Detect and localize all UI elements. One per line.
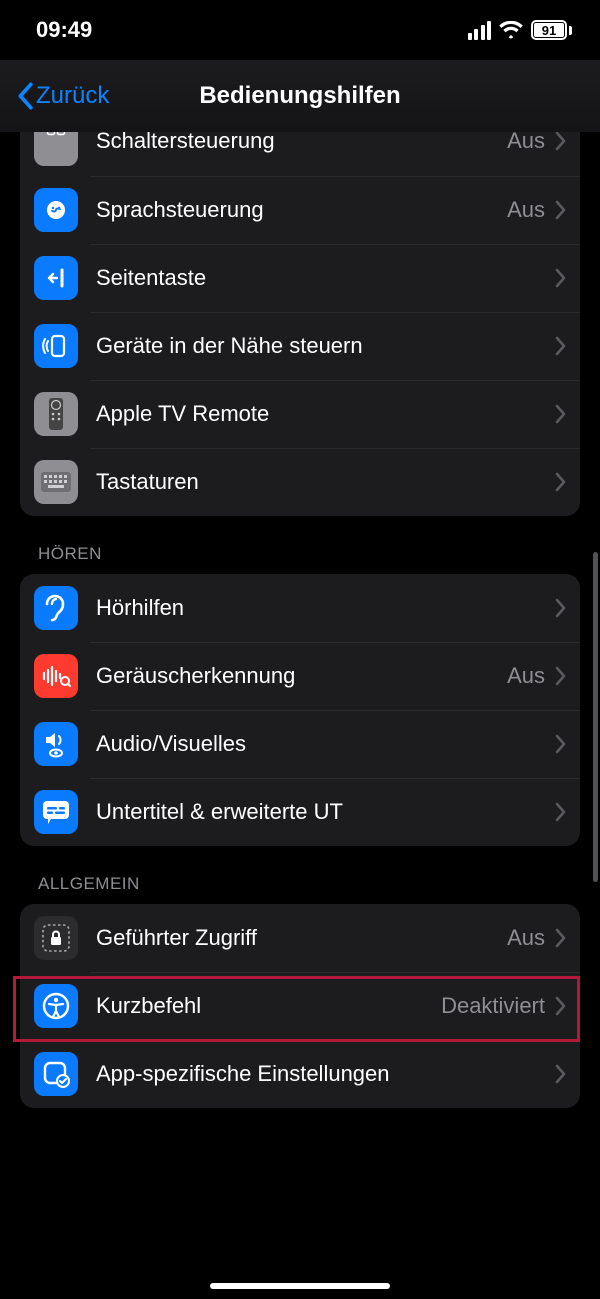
chevron-right-icon — [555, 598, 566, 618]
chevron-right-icon — [555, 268, 566, 288]
back-button[interactable]: Zurück — [16, 82, 109, 110]
chevron-right-icon — [555, 996, 566, 1016]
row-detail: Aus — [507, 925, 545, 951]
chevron-right-icon — [555, 802, 566, 822]
row-tastaturen[interactable]: Tastaturen — [20, 448, 580, 516]
chevron-right-icon — [555, 404, 566, 424]
back-label: Zurück — [36, 82, 109, 110]
chevron-right-icon — [555, 132, 566, 151]
battery-icon: 91 — [531, 20, 572, 40]
row-app-spezifische-einstellungen[interactable]: App-spezifische Einstellungen — [20, 1040, 580, 1108]
accessibility-shortcut-icon — [34, 984, 78, 1028]
row-geraeuscherkennung[interactable]: Geräuscherkennung Aus — [20, 642, 580, 710]
chevron-right-icon — [555, 734, 566, 754]
section-header-hearing: Hören — [20, 516, 580, 574]
wifi-icon — [499, 21, 523, 39]
subtitles-icon — [34, 790, 78, 834]
chevron-right-icon — [555, 200, 566, 220]
settings-group-general: Geführter Zugriff Aus Kurzbefehl Deaktiv… — [20, 904, 580, 1108]
hearing-aid-icon — [34, 586, 78, 630]
status-time: 09:49 — [36, 17, 92, 43]
row-label: Hörhilfen — [96, 595, 555, 621]
row-detail: Aus — [507, 197, 545, 223]
row-label: Seitentaste — [96, 265, 555, 291]
row-label: Apple TV Remote — [96, 401, 555, 427]
chevron-right-icon — [555, 666, 566, 686]
guided-access-icon — [34, 916, 78, 960]
row-audio-visuelles[interactable]: Audio/Visuelles — [20, 710, 580, 778]
row-geraete-in-der-naehe[interactable]: Geräte in der Nähe steuern — [20, 312, 580, 380]
home-indicator[interactable] — [210, 1283, 390, 1289]
row-label: Audio/Visuelles — [96, 731, 555, 757]
settings-group-physical: Schaltersteuerung Aus Sprachsteuerung Au… — [20, 132, 580, 516]
audio-visual-icon — [34, 722, 78, 766]
chevron-right-icon — [555, 1064, 566, 1084]
section-header-general: Allgemein — [20, 846, 580, 904]
apple-tv-remote-icon — [34, 392, 78, 436]
row-label: Schaltersteuerung — [96, 132, 507, 154]
scroll-indicator[interactable] — [593, 552, 598, 882]
switch-control-icon — [34, 132, 78, 166]
row-label: Geführter Zugriff — [96, 925, 507, 951]
row-detail: Aus — [507, 663, 545, 689]
row-untertitel[interactable]: Untertitel & erweiterte UT — [20, 778, 580, 846]
row-label: Geräuscherkennung — [96, 663, 507, 689]
row-label: Geräte in der Nähe steuern — [96, 333, 555, 359]
row-schaltersteuerung[interactable]: Schaltersteuerung Aus — [20, 132, 580, 176]
row-detail: Aus — [507, 132, 545, 154]
voice-control-icon — [34, 188, 78, 232]
chevron-left-icon — [16, 82, 34, 110]
chevron-right-icon — [555, 928, 566, 948]
side-button-icon — [34, 256, 78, 300]
status-bar: 09:49 91 — [0, 0, 600, 60]
row-label: Sprachsteuerung — [96, 197, 507, 223]
settings-group-hearing: Hörhilfen Geräuscherkennung Aus Audio/Vi… — [20, 574, 580, 846]
per-app-settings-icon — [34, 1052, 78, 1096]
row-detail: Deaktiviert — [441, 993, 545, 1019]
chevron-right-icon — [555, 472, 566, 492]
row-label: Tastaturen — [96, 469, 555, 495]
sound-recognition-icon — [34, 654, 78, 698]
nav-bar: Zurück Bedienungshilfen — [0, 60, 600, 132]
nearby-devices-icon — [34, 324, 78, 368]
row-label: App-spezifische Einstellungen — [96, 1061, 555, 1087]
row-sprachsteuerung[interactable]: Sprachsteuerung Aus — [20, 176, 580, 244]
row-hoerhilfen[interactable]: Hörhilfen — [20, 574, 580, 642]
chevron-right-icon — [555, 336, 566, 356]
row-label: Kurzbefehl — [96, 993, 441, 1019]
row-label: Untertitel & erweiterte UT — [96, 799, 555, 825]
keyboard-icon — [34, 460, 78, 504]
row-kurzbefehl[interactable]: Kurzbefehl Deaktiviert — [20, 972, 580, 1040]
cellular-signal-icon — [468, 21, 492, 40]
row-gefuehrter-zugriff[interactable]: Geführter Zugriff Aus — [20, 904, 580, 972]
row-seitentaste[interactable]: Seitentaste — [20, 244, 580, 312]
row-apple-tv-remote[interactable]: Apple TV Remote — [20, 380, 580, 448]
